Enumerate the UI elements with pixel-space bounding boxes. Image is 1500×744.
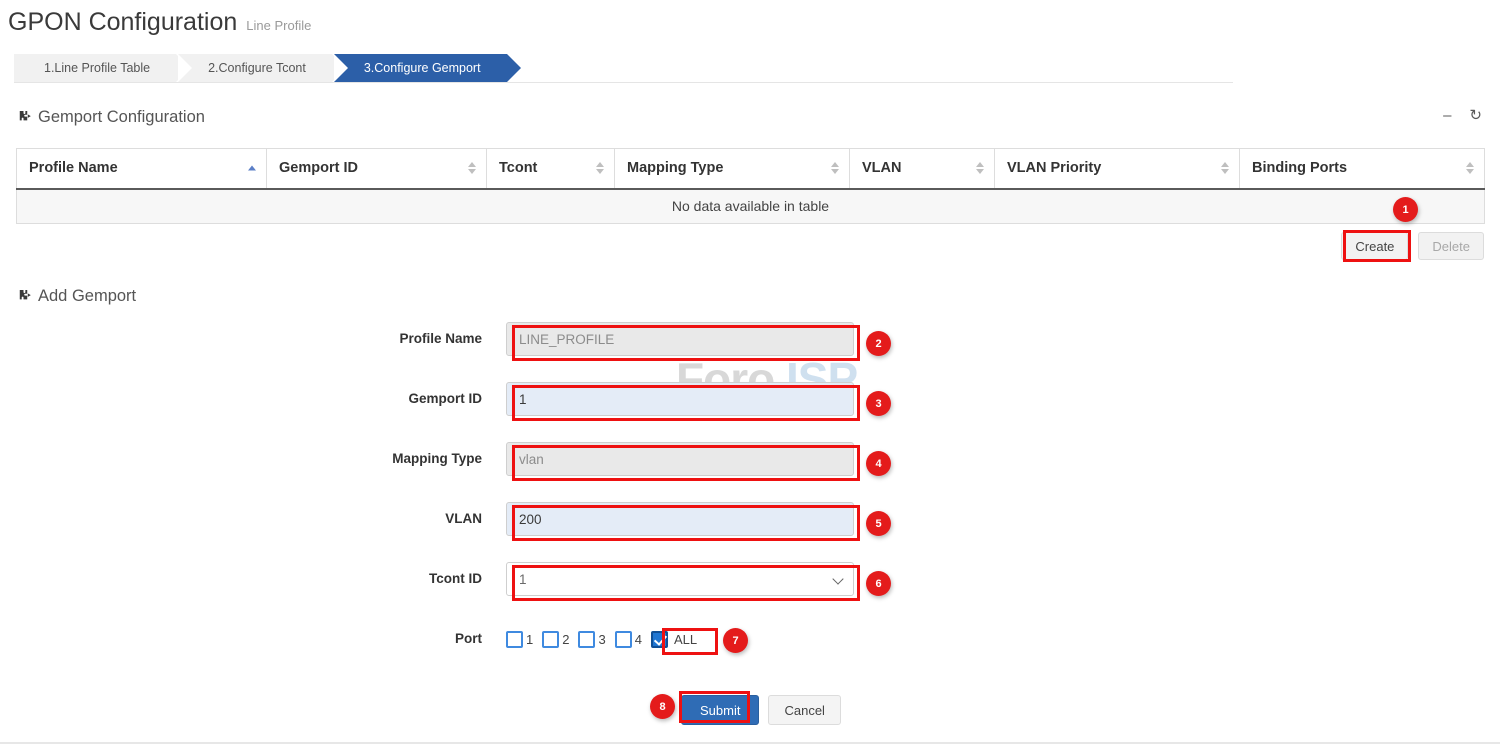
tcont-id-label: Tcont ID [0, 562, 506, 596]
table-column-tcont[interactable]: Tcont [487, 149, 615, 189]
table-column-profile-name[interactable]: Profile Name [17, 149, 267, 189]
annotation-badge-2: 2 [866, 331, 891, 356]
delete-button[interactable]: Delete [1418, 232, 1484, 260]
table-header-row: Profile Name Gemport ID Tcont Mapping Ty… [17, 149, 1485, 189]
wizard-divider [14, 82, 1233, 83]
vlan-field-wrap [506, 502, 854, 536]
port-label: Port [0, 622, 506, 656]
profile-name-input[interactable] [506, 322, 854, 356]
column-label: VLAN Priority [1007, 160, 1101, 176]
sort-toggle-icon [831, 162, 839, 174]
puzzle-piece-icon [16, 290, 31, 304]
gemport-id-label: Gemport ID [0, 382, 506, 416]
panel-title: Gemport Configuration [38, 108, 205, 127]
annotation-badge-8: 8 [650, 694, 675, 719]
table-column-mapping-type[interactable]: Mapping Type [615, 149, 850, 189]
sort-toggle-icon [1221, 162, 1229, 174]
sort-toggle-icon [468, 162, 476, 174]
port-checkbox-4-label: 4 [635, 632, 642, 647]
add-gemport-form: Profile Name Gemport ID Mapping Type VLA… [0, 322, 1500, 738]
gemport-id-input[interactable] [506, 382, 854, 416]
wizard-step-line-profile-table[interactable]: 1.Line Profile Table [14, 54, 176, 82]
annotation-badge-3: 3 [866, 391, 891, 416]
form-row-gemport-id: Gemport ID [0, 382, 1500, 442]
gpon-configuration-page: Foro.ISP GPON Configuration Line Profile… [0, 0, 1500, 744]
mapping-type-input[interactable] [506, 442, 854, 476]
page-title: GPON Configuration [8, 10, 237, 35]
table-column-vlan[interactable]: VLAN [850, 149, 995, 189]
port-checkbox-group: 1 2 3 4 ALL [506, 622, 697, 656]
wizard-step-label: 1.Line Profile Table [44, 61, 150, 75]
table-column-vlan-priority[interactable]: VLAN Priority [995, 149, 1240, 189]
annotation-badge-1: 1 [1393, 197, 1418, 222]
form-button-row: Submit Cancel [0, 682, 1500, 738]
form-row-vlan: VLAN [0, 502, 1500, 562]
table-empty-row: No data available in table [17, 189, 1485, 224]
cancel-button[interactable]: Cancel [768, 695, 840, 725]
form-buttons: Submit Cancel [681, 695, 841, 725]
annotation-badge-6: 6 [866, 571, 891, 596]
vlan-label: VLAN [0, 502, 506, 536]
profile-name-label: Profile Name [0, 322, 506, 356]
vlan-input[interactable] [506, 502, 854, 536]
column-label: Mapping Type [627, 160, 723, 176]
table-action-buttons: Create Delete [1341, 232, 1484, 260]
annotation-badge-7: 7 [723, 628, 748, 653]
port-checkbox-2-label: 2 [562, 632, 569, 647]
port-checkbox-3-label: 3 [598, 632, 605, 647]
sort-ascending-icon [248, 166, 256, 171]
add-gemport-heading: Add Gemport [16, 287, 136, 306]
port-checkbox-1[interactable] [506, 631, 523, 648]
submit-button[interactable]: Submit [681, 695, 759, 725]
column-label: Tcont [499, 160, 537, 176]
gemport-table: Profile Name Gemport ID Tcont Mapping Ty… [16, 148, 1485, 224]
table-empty-message: No data available in table [17, 189, 1485, 224]
port-checkbox-all-label: ALL [674, 632, 697, 647]
sort-toggle-icon [976, 162, 984, 174]
port-checkbox-1-label: 1 [526, 632, 533, 647]
wizard-step-configure-tcont[interactable]: 2.Configure Tcont [178, 54, 332, 82]
port-checkbox-2[interactable] [542, 631, 559, 648]
puzzle-piece-icon [16, 111, 31, 125]
port-checkbox-3[interactable] [578, 631, 595, 648]
profile-name-field-wrap [506, 322, 854, 356]
column-label: VLAN [862, 160, 901, 176]
port-checkbox-all[interactable] [651, 631, 668, 648]
table-column-binding-ports[interactable]: Binding Ports [1240, 149, 1485, 189]
wizard-steps: 1.Line Profile Table 2.Configure Tcont 3… [14, 54, 509, 82]
table-column-gemport-id[interactable]: Gemport ID [267, 149, 487, 189]
wizard-step-label: 2.Configure Tcont [208, 61, 306, 75]
panel-tools: – ↻ [1443, 108, 1482, 123]
page-subtitle: Line Profile [246, 18, 311, 33]
annotation-badge-5: 5 [866, 511, 891, 536]
page-header: GPON Configuration Line Profile [8, 10, 311, 35]
panel-title: Add Gemport [38, 287, 136, 306]
refresh-icon[interactable]: ↻ [1469, 108, 1482, 123]
column-label: Profile Name [29, 160, 118, 176]
mapping-type-field-wrap [506, 442, 854, 476]
create-button[interactable]: Create [1341, 232, 1408, 260]
annotation-badge-4: 4 [866, 451, 891, 476]
gemport-id-field-wrap [506, 382, 854, 416]
gemport-configuration-heading: Gemport Configuration [16, 108, 205, 127]
column-label: Gemport ID [279, 160, 358, 176]
form-row-tcont-id: Tcont ID 1 [0, 562, 1500, 622]
tcont-id-field-wrap: 1 [506, 562, 854, 596]
form-row-mapping-type: Mapping Type [0, 442, 1500, 502]
wizard-step-configure-gemport[interactable]: 3.Configure Gemport [334, 54, 507, 82]
form-row-profile-name: Profile Name [0, 322, 1500, 382]
port-checkbox-4[interactable] [615, 631, 632, 648]
wizard-step-label: 3.Configure Gemport [364, 61, 481, 75]
sort-toggle-icon [1466, 162, 1474, 174]
sort-toggle-icon [596, 162, 604, 174]
minimize-icon[interactable]: – [1443, 108, 1451, 123]
tcont-id-select[interactable]: 1 [506, 562, 854, 596]
column-label: Binding Ports [1252, 160, 1347, 176]
mapping-type-label: Mapping Type [0, 442, 506, 476]
form-row-port: Port 1 2 3 4 ALL [0, 622, 1500, 682]
